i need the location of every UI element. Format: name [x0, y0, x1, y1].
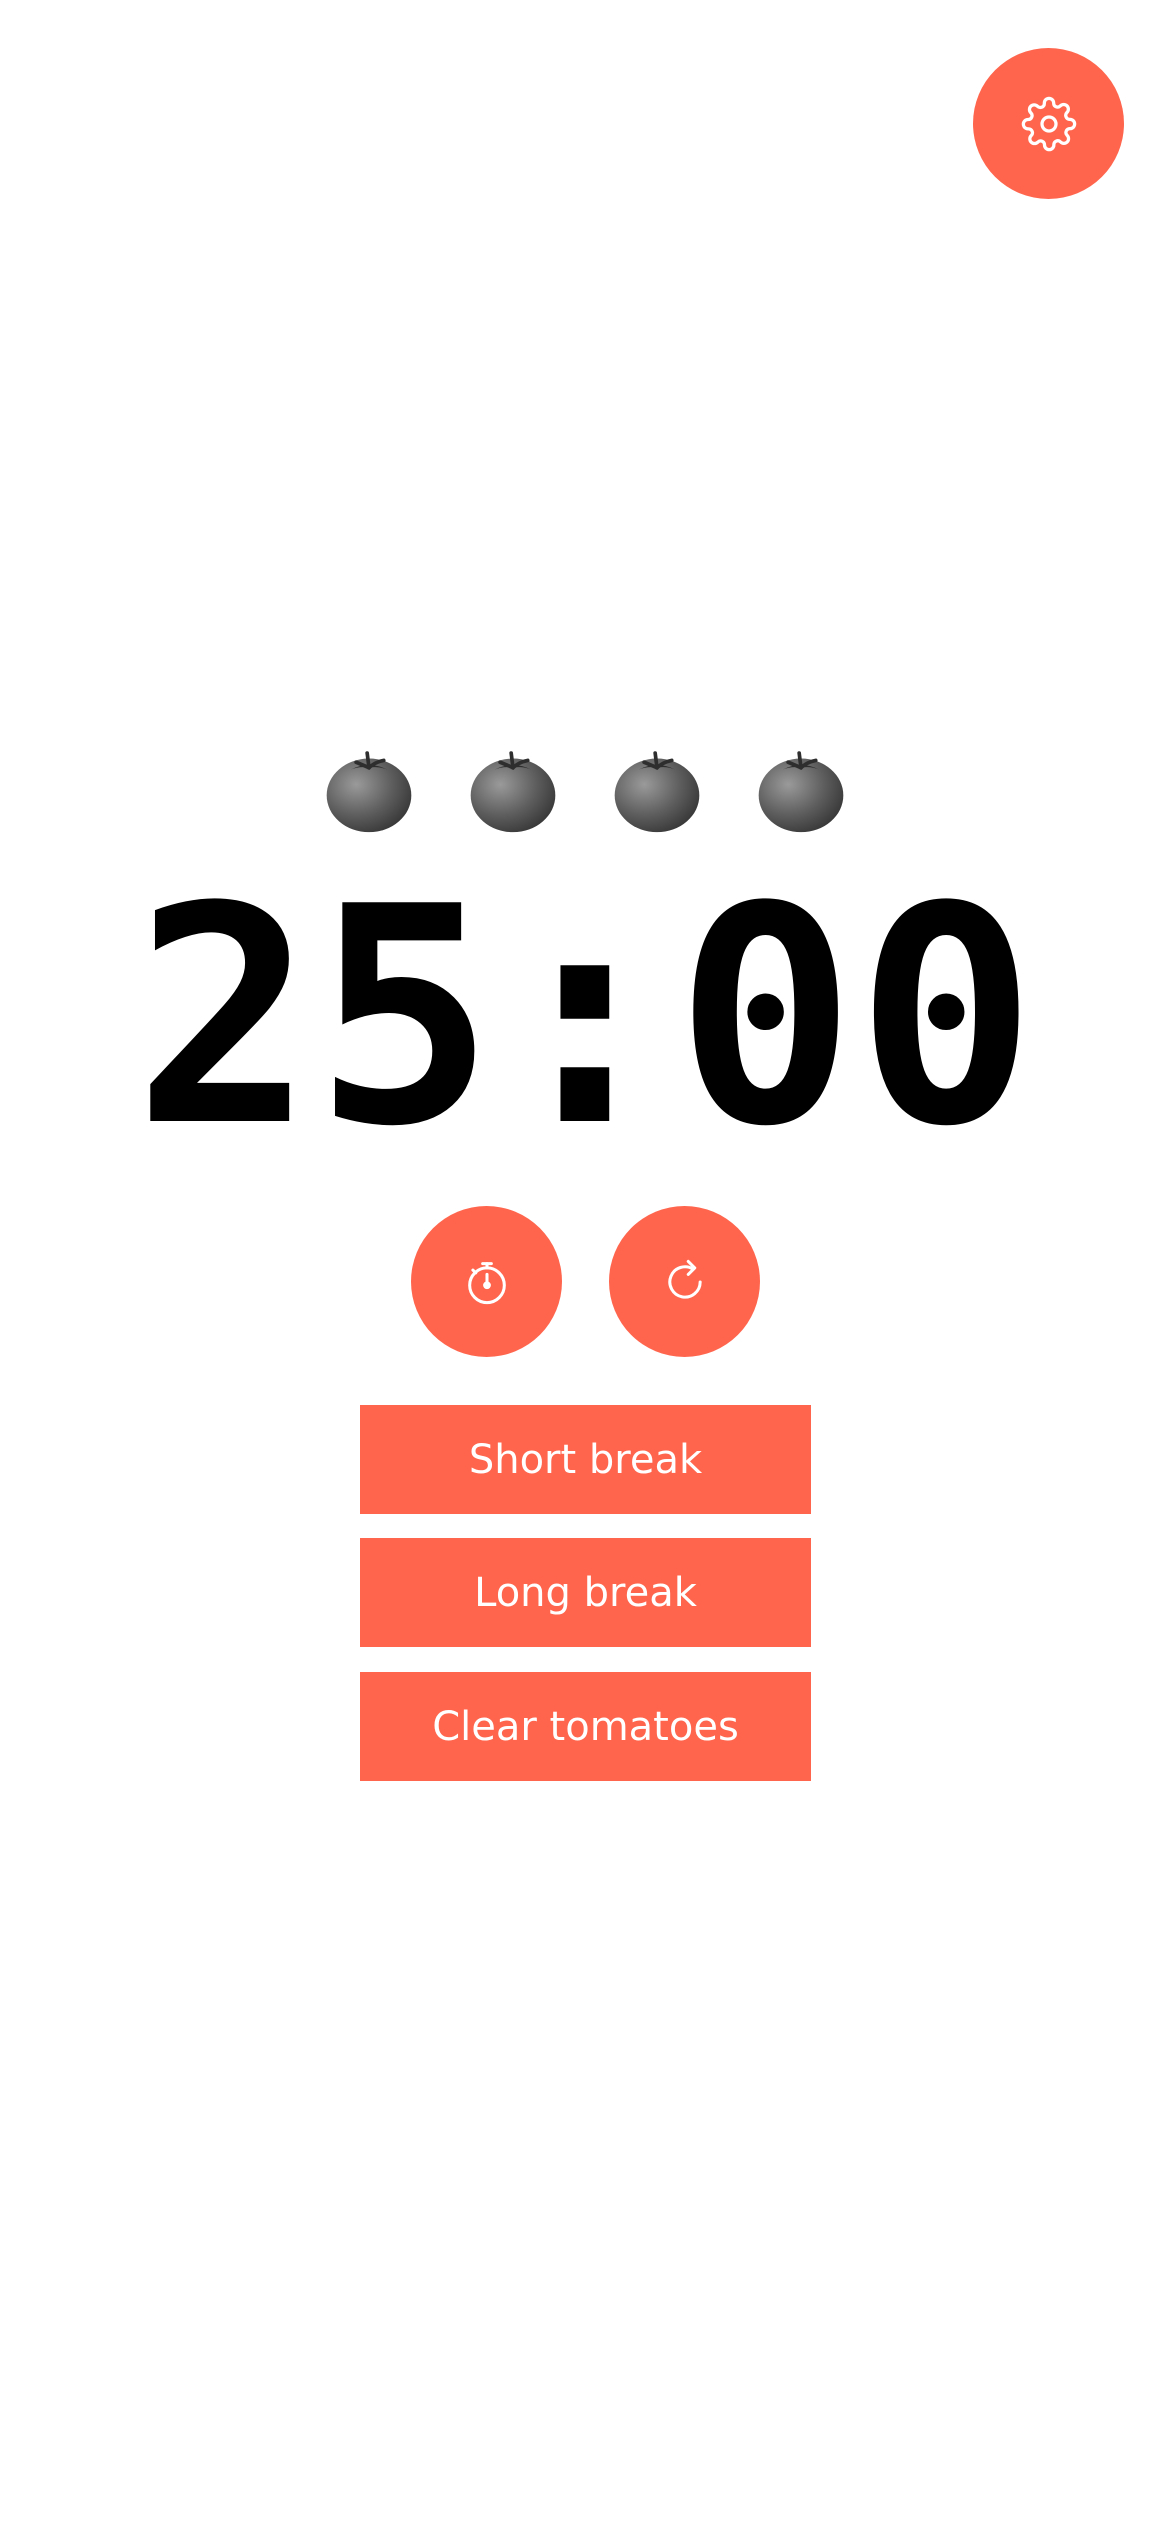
tomato-icon	[614, 751, 700, 833]
tomato-counter	[0, 742, 1170, 834]
long-break-button[interactable]: Long break	[360, 1538, 811, 1647]
tomato-icon	[326, 751, 412, 833]
timer-display: 25:00	[133, 843, 1037, 1192]
tomato-icon	[470, 751, 556, 833]
clear-tomatoes-button[interactable]: Clear tomatoes	[360, 1672, 811, 1781]
gear-icon	[1021, 96, 1076, 151]
rotate-right-icon	[667, 1259, 702, 1299]
reset-timer-button[interactable]	[609, 1206, 760, 1357]
tomato-icon	[758, 751, 844, 833]
settings-button[interactable]	[973, 48, 1124, 199]
short-break-button[interactable]: Short break	[360, 1405, 811, 1514]
stopwatch-icon	[467, 1261, 506, 1304]
start-timer-button[interactable]	[411, 1206, 562, 1357]
